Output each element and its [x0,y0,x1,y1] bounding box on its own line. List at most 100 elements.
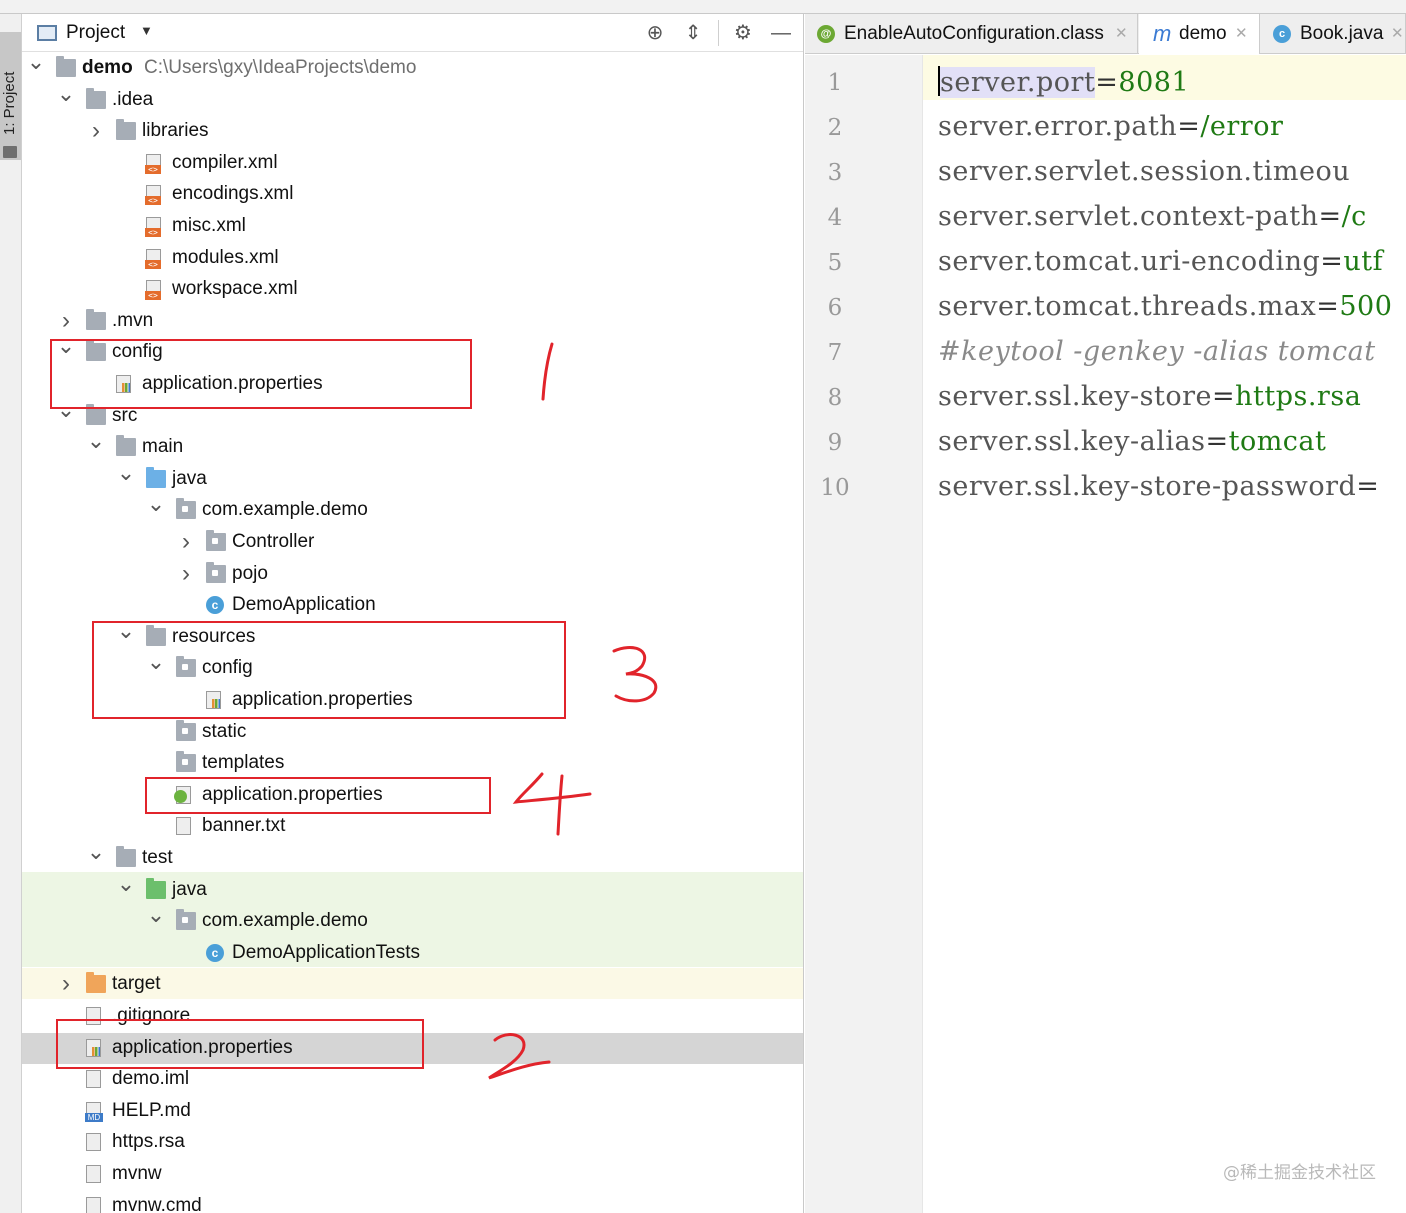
maven-icon: m [1153,21,1172,46]
package-icon [206,561,226,583]
tree-row[interactable]: mvnw.cmd [22,1191,803,1213]
chevron-right-icon[interactable]: › [56,972,76,996]
tab-demo[interactable]: m demo ✕ [1139,14,1260,54]
chevron-down-icon[interactable]: ⌄ [116,618,136,643]
chevron-down-icon[interactable]: ⌄ [146,903,166,927]
tree-row[interactable]: .gitignore [22,1001,803,1032]
chevron-right-icon[interactable]: › [176,561,196,586]
tree-item-label: com.example.demo [202,499,368,521]
tree-row[interactable]: encodings.xml [22,179,803,210]
close-icon[interactable]: ✕ [1115,14,1128,54]
editor-area: @ EnableAutoConfiguration.class ✕ m demo… [805,14,1406,1213]
xml-file-icon [145,280,161,301]
chevron-down-icon[interactable]: ⌄ [116,871,136,896]
tree-row[interactable]: ⌄ resources [22,618,803,653]
tree-row[interactable]: demo.iml [22,1064,803,1095]
tree-row[interactable]: application.properties [22,1032,803,1064]
tree-row[interactable]: ⌄ test [22,840,803,874]
tree-item-label: .mvn [112,309,154,331]
chevron-down-icon[interactable]: ⌄ [56,81,76,106]
tree-row[interactable]: application.properties [22,780,803,811]
tree-row[interactable]: workspace.xml [22,274,803,305]
text-file-icon [86,1133,101,1152]
tree-row[interactable]: c DemoApplicationTests [22,938,803,969]
tree-row[interactable]: › pojo [22,559,803,590]
tree-row[interactable]: ⌄ com.example.demo [22,903,803,937]
property-key: server.tomcat.threads.max [938,291,1317,322]
code-line: server.ssl.key-store-password= [938,471,1379,502]
folder-icon [86,340,106,362]
tree-row[interactable]: ⌄ config [22,334,803,368]
property-key: server.error.path [938,111,1178,142]
chevron-down-icon[interactable]: ⌄ [56,397,76,422]
chevron-down-icon[interactable]: ⌄ [146,492,166,516]
property-value: /c [1341,201,1367,232]
tree-item-label: modules.xml [172,246,279,268]
package-icon [176,498,196,520]
tab-book-java[interactable]: c Book.java ✕ [1261,14,1406,54]
tab-label: Book.java [1300,23,1384,44]
close-icon[interactable]: ✕ [1235,14,1248,54]
code-line: #keytool -genkey -alias tomcat [938,336,1376,367]
tree-row[interactable]: ⌄ main [22,429,803,463]
minimize-icon[interactable]: — [768,20,794,46]
line-number: 3 [827,160,843,186]
tree-row[interactable]: templates [22,748,803,779]
equals-sign: = [1356,471,1380,502]
tree-item-label: mvnw [112,1163,162,1184]
properties-file-icon [206,691,221,709]
tree-row[interactable]: › libraries [22,116,803,147]
tree-row[interactable]: › target [22,969,803,1000]
tree-item-label: Controller [232,531,315,552]
line-number: 7 [827,340,843,366]
tree-row[interactable]: › .mvn [22,306,803,337]
tree-row[interactable]: ⌄ com.example.demo [22,492,803,526]
chevron-right-icon[interactable]: › [56,308,76,333]
tree-item-label: compiler.xml [172,151,278,173]
tree-row[interactable]: https.rsa [22,1127,803,1158]
tree-item-label: https.rsa [112,1131,185,1153]
tree-row[interactable]: ⌄ .idea [22,81,803,116]
tree-item-label: test [142,847,173,868]
tree-row[interactable]: c DemoApplication [22,590,803,621]
code-line: server.error.path=/error [938,111,1283,142]
project-view-title[interactable]: Project [66,22,125,44]
property-value: /error [1200,111,1284,142]
tree-row[interactable]: mvnw [22,1159,803,1190]
project-panel: Project ▼ ⊕ ⇕ ⚙ — ⌄ demo C:\Users\gxy\Idea… [22,14,804,1213]
chevron-down-icon[interactable]: ▼ [140,23,153,38]
tree-item-label: com.example.demo [202,910,368,932]
chevron-down-icon[interactable]: ⌄ [116,460,136,485]
chevron-down-icon[interactable]: ⌄ [26,50,46,74]
chevron-down-icon[interactable]: ⌄ [86,840,106,864]
tree-row[interactable]: ⌄ demo C:\Users\gxy\IdeaProjects\demo [22,50,803,84]
project-tool-tab[interactable]: 1: Project [0,32,21,160]
tree-item-label: application.properties [202,783,383,805]
tree-row[interactable]: ⌄ java [22,871,803,906]
gear-icon[interactable]: ⚙ [730,20,756,46]
chevron-down-icon[interactable]: ⌄ [56,334,76,358]
tree-row[interactable]: misc.xml [22,211,803,242]
project-view-icon [37,25,57,41]
tree-row[interactable]: ⌄ src [22,397,803,432]
chevron-right-icon[interactable]: › [176,530,196,554]
locate-target-icon[interactable]: ⊕ [642,20,668,46]
equals-sign: = [1320,246,1344,277]
chevron-down-icon[interactable]: ⌄ [146,650,166,674]
tree-row[interactable]: ⌄ java [22,460,803,495]
close-icon[interactable]: ✕ [1391,14,1404,54]
chevron-down-icon[interactable]: ⌄ [86,429,106,453]
tree-row[interactable]: compiler.xml [22,148,803,179]
collapse-all-icon[interactable]: ⇕ [680,20,706,46]
tree-row[interactable]: application.properties [22,369,803,400]
tree-row[interactable]: modules.xml [22,243,803,274]
chevron-right-icon[interactable]: › [86,119,106,143]
tab-enable-auto-configuration[interactable]: @ EnableAutoConfiguration.class ✕ [805,14,1138,54]
tree-row[interactable]: HELP.md [22,1096,803,1127]
tree-row[interactable]: banner.txt [22,811,803,842]
tree-row[interactable]: ⌄ config [22,650,803,684]
tree-row[interactable]: application.properties [22,685,803,716]
tree-row[interactable]: static [22,717,803,748]
property-value: 8081 [1118,67,1190,98]
tree-row[interactable]: › Controller [22,527,803,558]
